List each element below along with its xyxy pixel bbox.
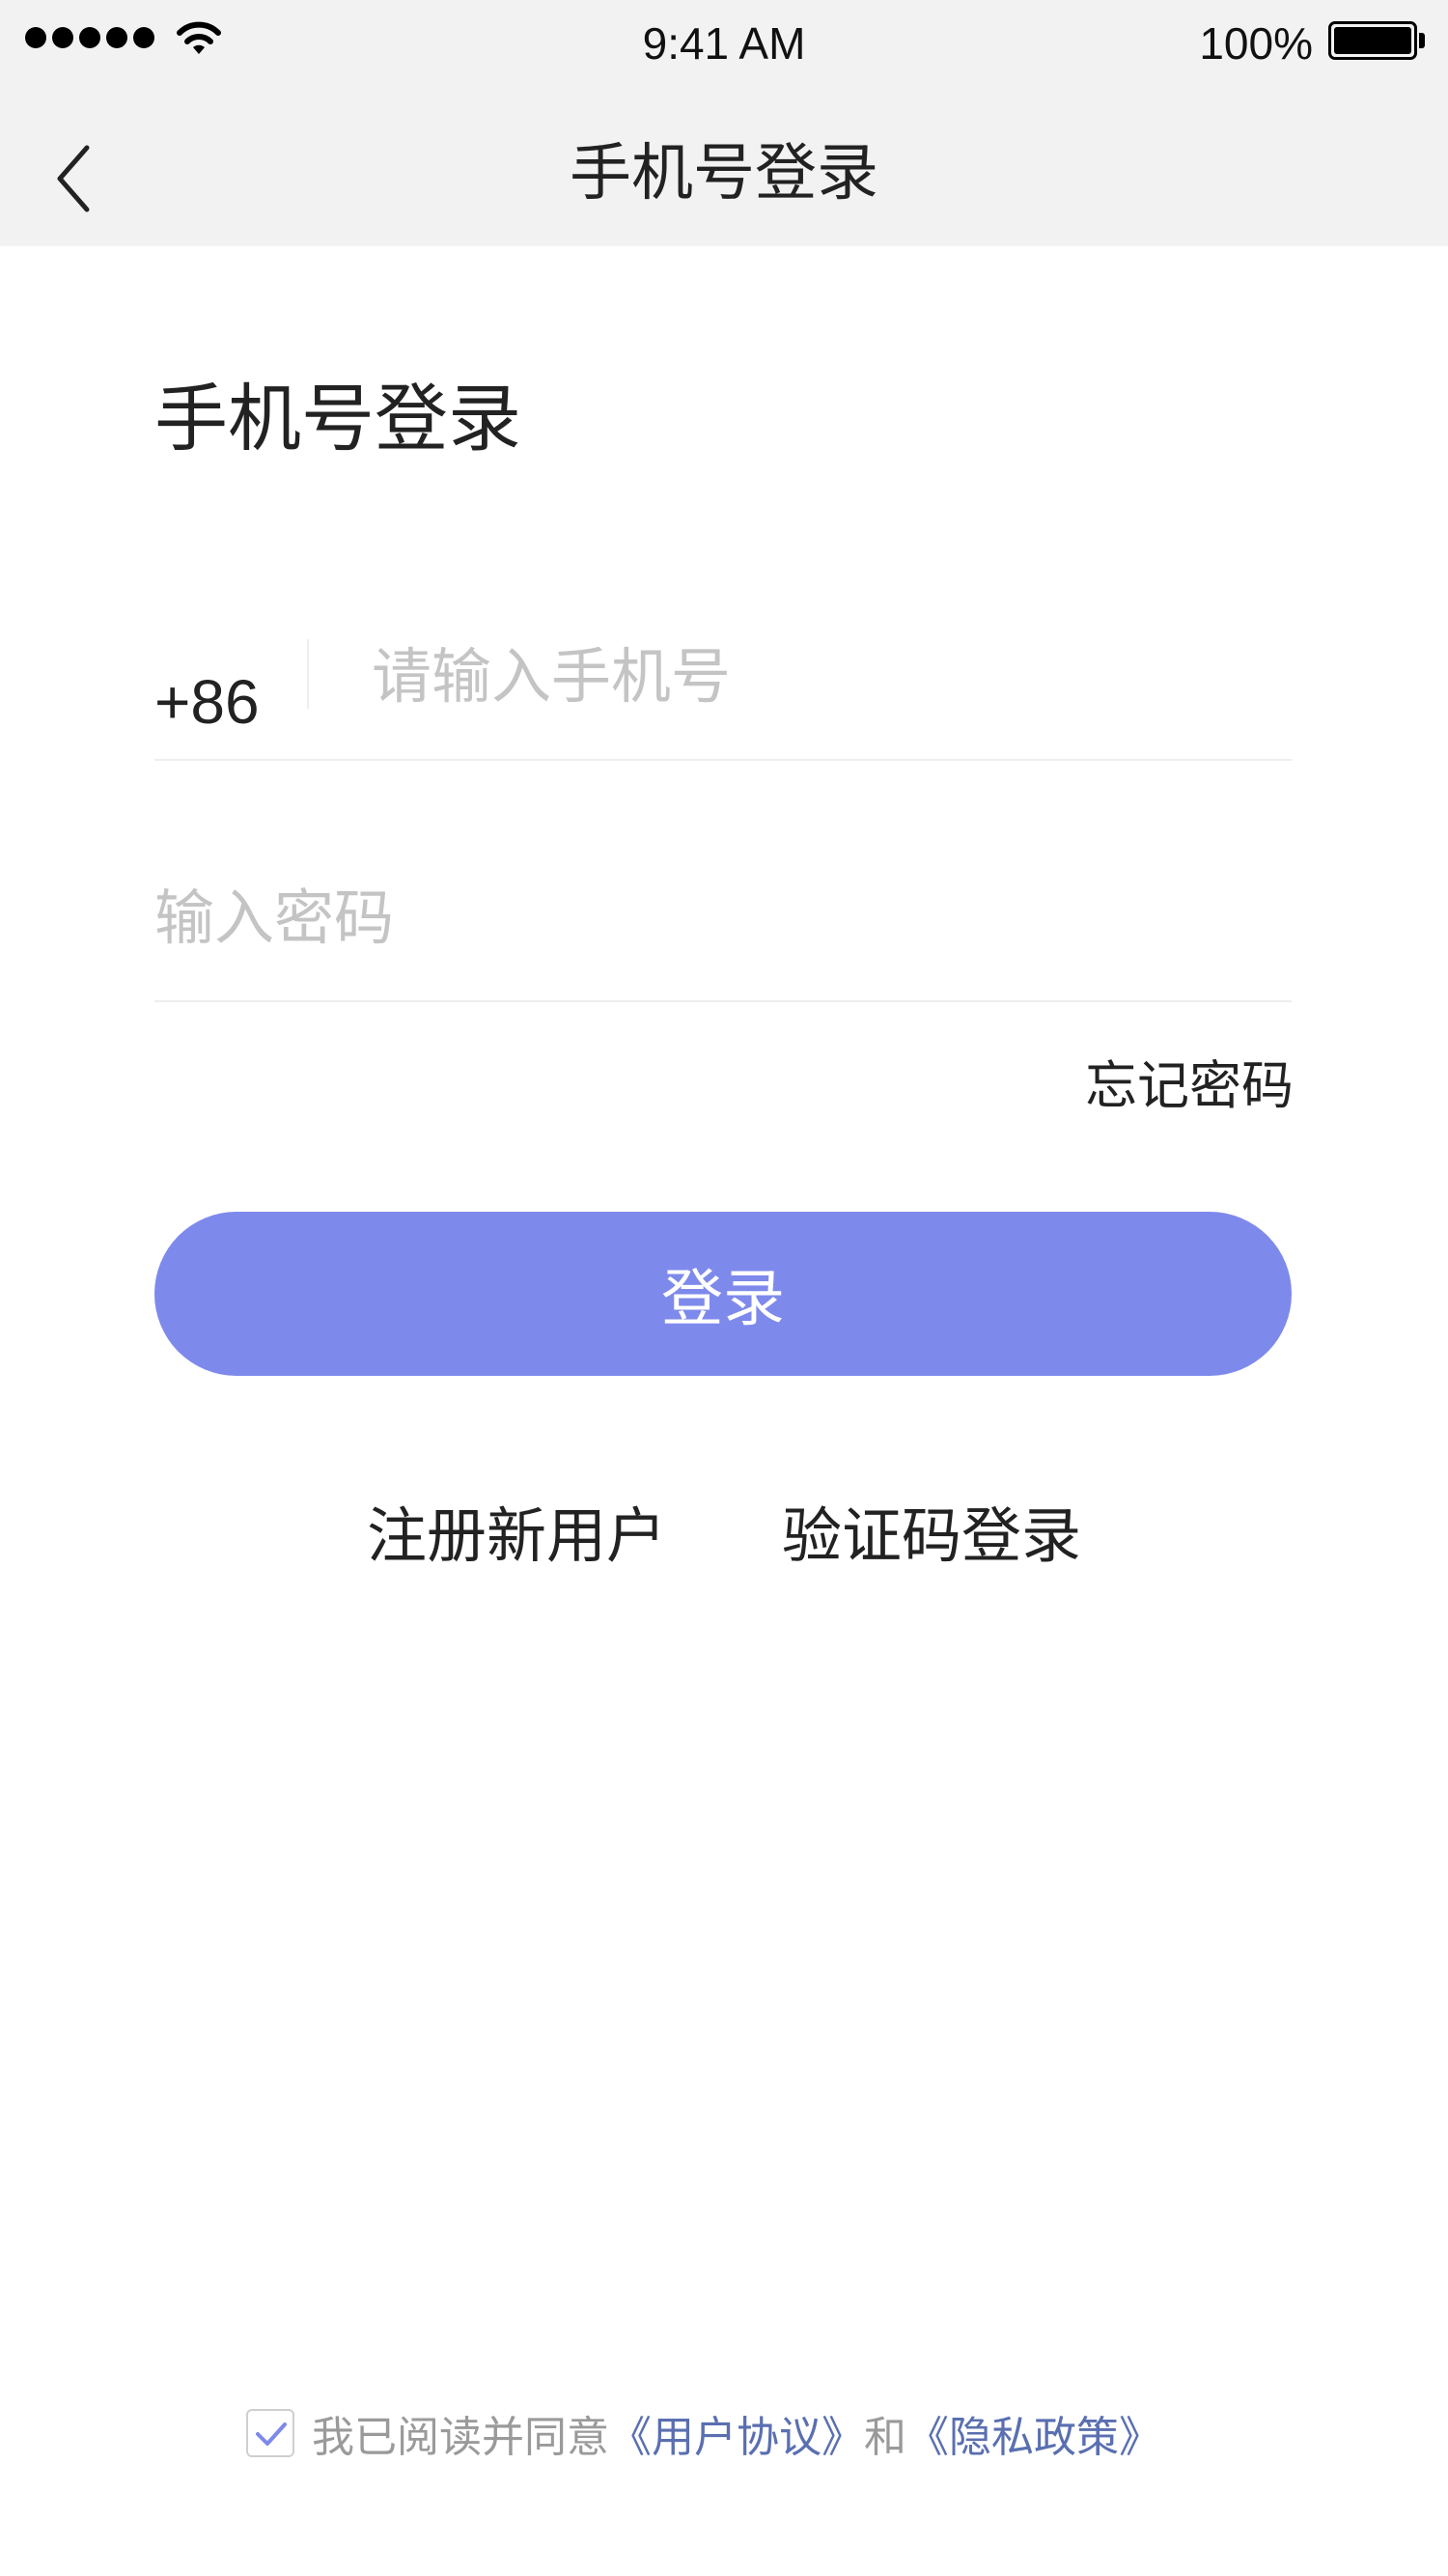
agreement-and: 和 [864,2413,906,2462]
phone-field: +86 [154,628,1292,761]
user-agreement-link[interactable]: 《用户协议》 [609,2402,864,2464]
battery-percentage: 100% [1199,18,1313,69]
phone-input[interactable] [372,628,1289,724]
agreement-row: 我已阅读并同意 《用户协议》 和 《隐私政策》 [246,2402,1161,2464]
top-bar: 9:41 AM 100% 手机号登录 [0,0,1448,246]
page-heading: 手机号登录 [154,376,521,462]
privacy-policy-link[interactable]: 《隐私政策》 [906,2402,1161,2464]
agreement-checkbox[interactable] [246,2409,294,2457]
sms-login-link[interactable]: 验证码登录 [782,1487,1081,1574]
country-code-divider [307,639,309,709]
country-code-selector[interactable]: +86 [154,666,260,738]
checkmark-icon [256,2422,287,2446]
agreement-prefix: 我已阅读并同意 [312,2413,609,2462]
password-field [154,869,1292,1002]
nav-title: 手机号登录 [570,138,878,210]
battery-icon [1328,21,1425,60]
secondary-links: 注册新用户 验证码登录 [0,1487,1448,1574]
forgot-password-link[interactable]: 忘记密码 [1085,1043,1294,1119]
login-page: 9:41 AM 100% 手机号登录 手机号登录 +86 忘记密码 登录 注册新… [0,0,1448,2576]
register-link[interactable]: 注册新用户 [367,1487,666,1574]
login-button[interactable]: 登录 [154,1212,1292,1376]
status-bar: 9:41 AM 100% [0,0,1448,87]
password-input[interactable] [154,869,1292,966]
